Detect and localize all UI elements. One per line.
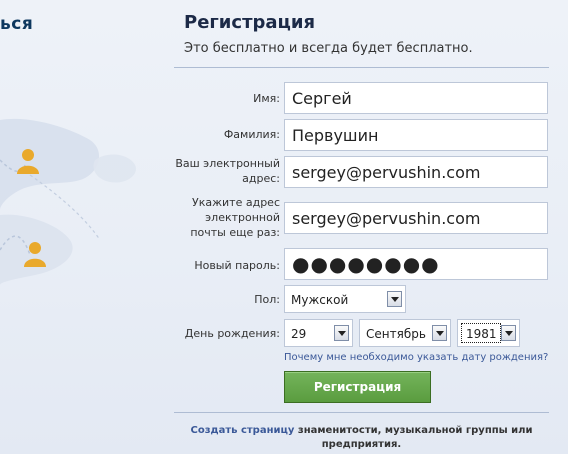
birthday-month-select[interactable]: Сентябрь [359, 319, 451, 347]
email-confirm-label: Укажите адрес электронной почты еще раз: [150, 195, 280, 240]
chevron-down-icon[interactable] [334, 325, 349, 341]
birthday-label: День рождения: [184, 327, 280, 340]
email-label-line: Ваш электронный [175, 157, 280, 170]
sex-select-value: Мужской [291, 293, 349, 307]
sex-label: Пол: [254, 293, 280, 306]
password-label: Новый пароль: [194, 259, 280, 272]
chevron-down-icon[interactable] [501, 325, 516, 341]
birthday-year-select[interactable]: 1981 [457, 319, 520, 347]
last-name-label: Фамилия: [223, 128, 280, 141]
birthday-year-value: 1981 [466, 327, 497, 341]
email-confirm-label-line: электронной [205, 211, 280, 224]
email-field[interactable]: sergey@pervushin.com [284, 156, 548, 188]
page-title: Регистрация [184, 12, 316, 33]
create-page-link[interactable]: Создать страницу [191, 425, 295, 436]
registration-form: Регистрация Это бесплатно и всегда будет… [174, 0, 568, 454]
email-confirm-label-line: Укажите адрес [192, 196, 280, 209]
birthday-month-value: Сентябрь [366, 327, 426, 341]
left-pane: ься [0, 0, 172, 454]
create-page-text: знаменитости, музыкальной группы или [294, 425, 533, 436]
sex-select[interactable]: Мужской [284, 285, 406, 313]
first-name-field[interactable]: Сергей [284, 82, 548, 114]
divider [174, 67, 549, 68]
password-field[interactable]: ●●●●●●●● [284, 248, 548, 280]
chevron-down-icon[interactable] [387, 291, 402, 307]
email-confirm-field[interactable]: sergey@pervushin.com [284, 202, 548, 234]
world-map-illustration [0, 118, 136, 285]
last-name-field[interactable]: Первушин [284, 119, 548, 151]
email-label: Ваш электронный адрес: [150, 156, 280, 186]
email-label-line: адрес: [242, 172, 280, 185]
email-confirm-label-line: почты еще раз: [190, 226, 280, 239]
left-heading: ься [0, 14, 34, 34]
chevron-down-icon[interactable] [432, 325, 447, 341]
create-page-note: Создать страницу знаменитости, музыкальн… [174, 424, 549, 452]
birthday-day-value: 29 [291, 327, 307, 341]
register-button[interactable]: Регистрация [284, 371, 431, 403]
divider [174, 412, 549, 413]
first-name-label: Имя: [253, 92, 280, 105]
create-page-text: предприятия. [321, 439, 402, 450]
page-subtitle: Это бесплатно и всегда будет бесплатно. [184, 41, 473, 56]
birthday-help-link[interactable]: Почему мне необходимо указать дату рожде… [284, 352, 548, 363]
birthday-day-select[interactable]: 29 [284, 319, 353, 347]
